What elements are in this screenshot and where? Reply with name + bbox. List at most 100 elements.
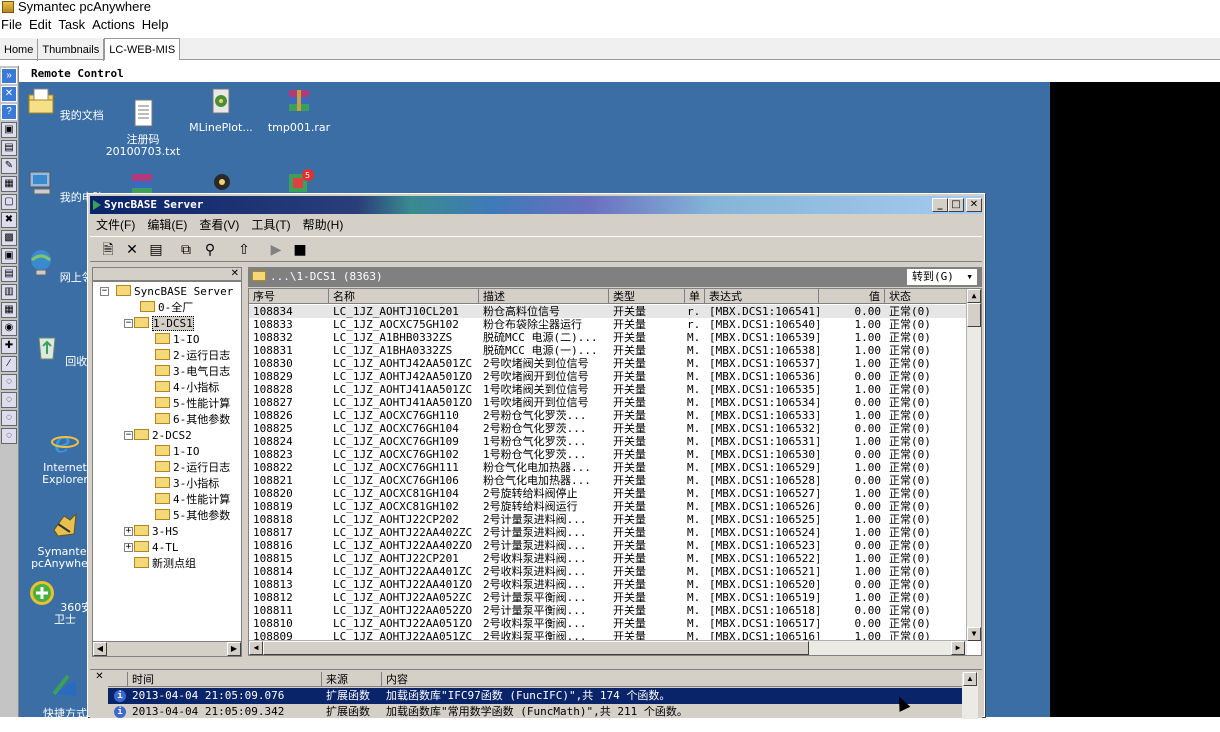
- table-row[interactable]: 108830 LC_1JZ_AOHTJ42AA501ZC 2号吹堵阀关到位信号 开关量…: [249, 357, 967, 370]
- scroll-thumb[interactable]: [967, 303, 981, 327]
- tree-node-dcs2-other[interactable]: 5-其他参数: [155, 508, 230, 524]
- tool-icon-10[interactable]: ▥: [1, 284, 17, 300]
- desktop-icon-mlineplot[interactable]: MLinePlot...: [181, 86, 261, 134]
- desktop-icon-tmp-rar[interactable]: tmp001.rar: [259, 86, 339, 134]
- tree-node-quanchang[interactable]: 0-全厂: [140, 300, 193, 316]
- copy-icon[interactable]: ⧉: [176, 240, 196, 260]
- delete-icon[interactable]: ✕: [122, 240, 142, 260]
- table-row[interactable]: 108824 LC_1JZ_AOCXC76GH109 1号粉仓气化罗茨... 开关量 M…: [249, 435, 967, 448]
- log-col-content[interactable]: 内容: [382, 672, 962, 687]
- table-row[interactable]: 108816 LC_1JZ_AOHTJ22AA402ZO 2号计量泵进料阀... 开关…: [249, 539, 967, 552]
- table-row[interactable]: 108819 LC_1JZ_AOCXC81GH102 2号旋转给料阀运行 开关量 M. […: [249, 500, 967, 513]
- tree-view[interactable]: − SyncBASE Server 0-全厂 −1-DCS1 1-IO 2-运行日…: [92, 281, 242, 657]
- table-row[interactable]: 108820 LC_1JZ_AOCXC81GH104 2号旋转给料阀停止 开关量 M. […: [249, 487, 967, 500]
- table-row[interactable]: 108831 LC_1JZ_A1BHA0332ZS 脱硫MCC 电源(一)... 开关…: [249, 344, 967, 357]
- log-close-icon[interactable]: ✕: [94, 672, 105, 683]
- tool-icon-15[interactable]: ◌: [1, 374, 17, 390]
- tree-node-dcs1-io[interactable]: 1-IO: [155, 332, 200, 348]
- table-row[interactable]: 108827 LC_1JZ_AOHTJ41AA501ZO 1号吹堵阀开到位信号 开关量…: [249, 396, 967, 409]
- log-col-source[interactable]: 来源: [322, 672, 382, 687]
- tree-node-hs[interactable]: +3-HS: [124, 524, 179, 540]
- tree-node-new-group[interactable]: 新测点组: [134, 556, 196, 572]
- table-row[interactable]: 108821 LC_1JZ_AOCXC76GH106 粉仓气化电加热器... 开关量 M…: [249, 474, 967, 487]
- play-icon[interactable]: ▶: [266, 240, 286, 260]
- tab-thumbnails[interactable]: Thumbnails: [38, 39, 105, 61]
- minimize-button[interactable]: _: [932, 198, 948, 212]
- tool-icon-16[interactable]: ◌: [1, 392, 17, 408]
- tool-icon-13[interactable]: ✚: [1, 338, 17, 354]
- tree-node-dcs2[interactable]: −2-DCS2: [124, 428, 192, 444]
- col-header-unit[interactable]: 单: [685, 289, 705, 304]
- tree-node-dcs1[interactable]: −1-DCS1: [124, 316, 194, 332]
- tool-icon-6[interactable]: ✖: [1, 212, 17, 228]
- tree-node-dcs1-runlog[interactable]: 2-运行日志: [155, 348, 230, 364]
- table-row[interactable]: 108814 LC_1JZ_AOHTJ22AA401ZC 2号收料泵进料阀... 开关…: [249, 565, 967, 578]
- close-button[interactable]: ✕: [966, 198, 982, 212]
- table-vertical-scrollbar[interactable]: ▲ ▼: [966, 289, 981, 641]
- table-row[interactable]: 108813 LC_1JZ_AOHTJ22AA401ZO 2号收料泵进料阀... 开关…: [249, 578, 967, 591]
- table-row[interactable]: 108825 LC_1JZ_AOCXC76GH104 2号粉仓气化罗茨... 开关量 M…: [249, 422, 967, 435]
- tool-icon-12[interactable]: ◉: [1, 320, 17, 336]
- menu-task[interactable]: Task: [57, 17, 91, 33]
- collapse-icon[interactable]: −: [124, 319, 133, 328]
- tag-table[interactable]: 序号 名称 描述 类型 单 表达式 值 状态 108834 LC_1JZ_AOHT…: [248, 288, 982, 656]
- tool-icon-8[interactable]: ▣: [1, 248, 17, 264]
- scroll-thumb[interactable]: [263, 641, 809, 655]
- menu-actions[interactable]: Actions: [91, 17, 141, 33]
- tree-node-tl[interactable]: +4-TL: [124, 540, 179, 556]
- maximize-button[interactable]: □: [948, 198, 964, 212]
- tree-node-dcs2-kpi[interactable]: 3-小指标: [155, 476, 219, 492]
- help-icon[interactable]: ?: [1, 104, 17, 120]
- scroll-up-icon[interactable]: ▲: [967, 289, 981, 303]
- tool-icon-17[interactable]: ◌: [1, 410, 17, 426]
- menu-file-cn[interactable]: 文件(F): [90, 216, 141, 234]
- desktop-icon-partial-3[interactable]: 5: [285, 168, 315, 192]
- menu-tools-cn[interactable]: 工具(T): [245, 216, 296, 234]
- table-row[interactable]: 108833 LC_1JZ_AOCXC75GH102 粉仓布袋除尘器运行 开关量 r. […: [249, 318, 967, 331]
- tree-close-icon[interactable]: ✕: [231, 268, 239, 280]
- stop-icon[interactable]: ■: [290, 240, 310, 260]
- scroll-up-icon[interactable]: ▲: [963, 672, 977, 686]
- table-row[interactable]: 108822 LC_1JZ_AOCXC76GH111 粉仓气化电加热器... 开关量 M…: [249, 461, 967, 474]
- properties-icon[interactable]: ▤: [146, 240, 166, 260]
- table-row[interactable]: 108823 LC_1JZ_AOCXC76GH102 1号粉仓气化罗茨... 开关量 M…: [249, 448, 967, 461]
- tree-node-dcs1-perf[interactable]: 5-性能计算: [155, 396, 230, 412]
- menu-view-cn[interactable]: 查看(V): [193, 216, 245, 234]
- window-title-bar[interactable]: SyncBASE Server _ □ ✕: [90, 196, 982, 214]
- menu-file[interactable]: File: [0, 17, 28, 33]
- tree-node-dcs2-io[interactable]: 1-IO: [155, 444, 200, 460]
- desktop-icon-partial-1[interactable]: [127, 170, 157, 195]
- scroll-right-icon[interactable]: ▶: [951, 641, 965, 655]
- desktop-icon-reg-txt[interactable]: 注册码 20100703.txt: [103, 86, 183, 158]
- goto-dropdown[interactable]: 转到(G) ▾: [906, 268, 978, 286]
- new-icon[interactable]: 🗎: [98, 240, 118, 260]
- table-row[interactable]: 108834 LC_1JZ_AOHTJ10CL201 粉仓高料位信号 开关量 r. [MB…: [249, 305, 967, 318]
- scroll-left-icon[interactable]: ◀: [249, 641, 263, 655]
- tool-icon-2[interactable]: ▤: [1, 140, 17, 156]
- log-vertical-scrollbar[interactable]: ▲: [962, 672, 978, 719]
- tool-icon-1[interactable]: ▣: [1, 122, 17, 138]
- menu-edit[interactable]: Edit: [28, 17, 57, 33]
- scroll-down-icon[interactable]: ▼: [967, 627, 981, 641]
- table-row[interactable]: 108826 LC_1JZ_AOCXC76GH110 2号粉仓气化罗茨... 开关量 M…: [249, 409, 967, 422]
- tree-node-dcs1-eleclog[interactable]: 3-电气日志: [155, 364, 230, 380]
- table-row[interactable]: 108818 LC_1JZ_AOHTJ22CP202 2号计量泵进料阀... 开关量 M…: [249, 513, 967, 526]
- collapse-icon[interactable]: −: [124, 431, 133, 440]
- col-header-id[interactable]: 序号: [249, 289, 329, 304]
- find-icon[interactable]: ⚲: [200, 240, 220, 260]
- tab-home[interactable]: Home: [0, 39, 39, 61]
- tab-lc-web-mis[interactable]: LC-WEB-MIS: [104, 38, 181, 60]
- tree-node-root[interactable]: − SyncBASE Server: [100, 284, 233, 300]
- scroll-right-icon[interactable]: ▶: [227, 642, 241, 656]
- tool-icon-11[interactable]: ▦: [1, 302, 17, 318]
- col-header-type[interactable]: 类型: [609, 289, 685, 304]
- tool-icon-3[interactable]: ✎: [1, 158, 17, 174]
- table-row[interactable]: 108832 LC_1JZ_A1BHB0332ZS 脱硫MCC 电源(二)... 开关…: [249, 331, 967, 344]
- expand-icon[interactable]: +: [124, 527, 133, 536]
- close-session-icon[interactable]: ✕: [1, 86, 17, 102]
- table-horizontal-scrollbar[interactable]: ◀ ▶: [249, 640, 967, 655]
- collapse-icon[interactable]: −: [100, 287, 109, 296]
- tool-icon-4[interactable]: ▦: [1, 176, 17, 192]
- tool-icon-14[interactable]: ∕: [1, 356, 17, 372]
- tree-node-dcs2-perf[interactable]: 4-性能计算: [155, 492, 230, 508]
